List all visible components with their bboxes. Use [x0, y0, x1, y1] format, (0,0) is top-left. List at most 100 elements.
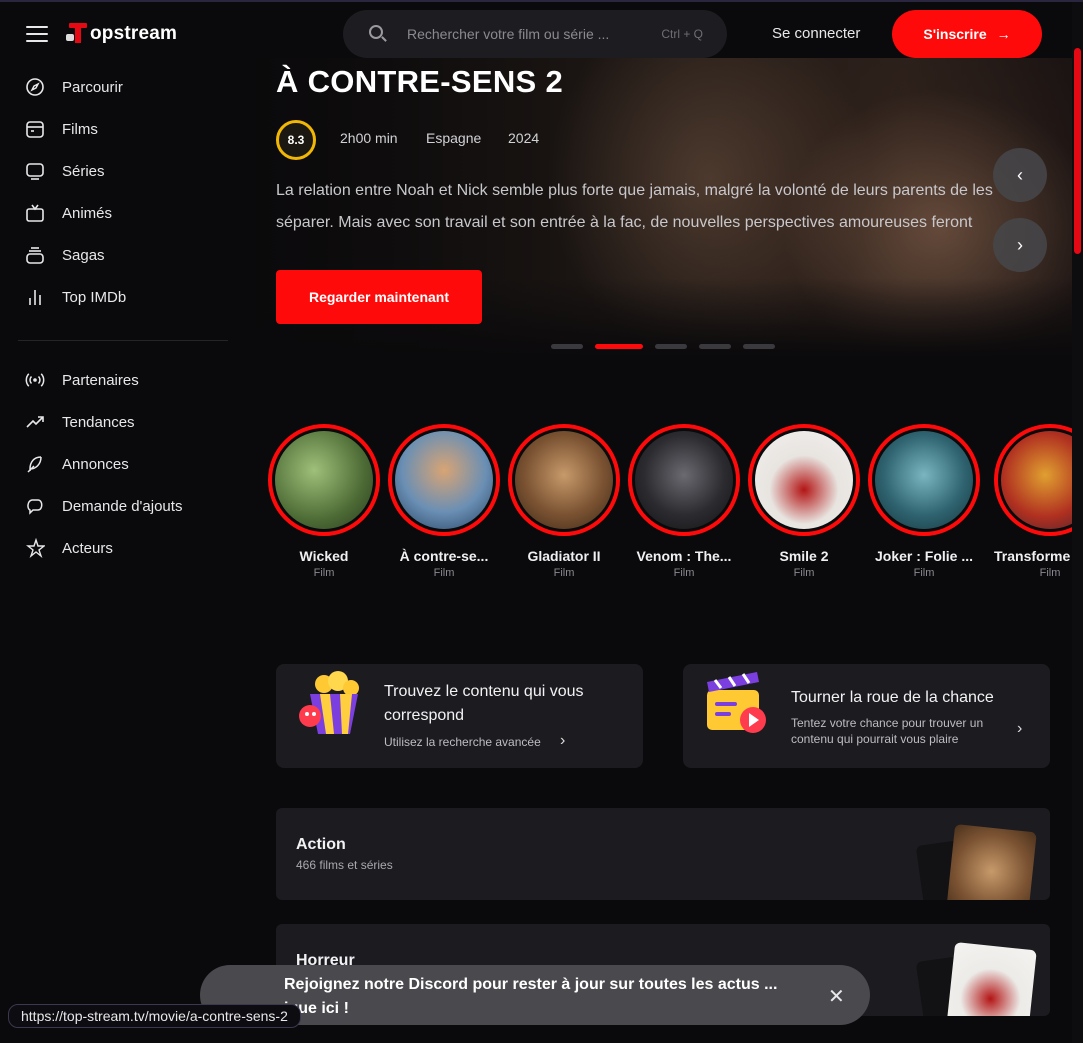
advanced-search-title: Trouvez le contenu qui vous correspond	[384, 683, 584, 724]
watch-now-button[interactable]: Regarder maintenant	[276, 270, 482, 324]
sidebar-item-label: Top IMDb	[62, 288, 127, 306]
story-type: Film	[673, 567, 695, 579]
brand-name: opstream	[90, 23, 178, 44]
wheel-of-fortune-card[interactable]: Tourner la roue de la chance Tentez votr…	[683, 664, 1050, 768]
story-poster	[875, 431, 973, 529]
sidebar-item-label: Parcourir	[62, 78, 123, 96]
genre-name: Action	[296, 836, 346, 853]
advanced-search-card[interactable]: Trouvez le contenu qui vous correspond U…	[276, 664, 643, 768]
sidebar-item-demande-ajouts[interactable]: Demande d'ajouts	[0, 485, 240, 527]
search-icon	[369, 25, 387, 43]
compass-icon	[24, 76, 46, 98]
sidebar-item-label: Films	[62, 120, 98, 138]
search-bar[interactable]: Ctrl + Q	[343, 10, 727, 58]
chevron-right-icon: ›	[1017, 720, 1023, 737]
carousel-dot[interactable]	[743, 344, 775, 349]
chevron-right-icon: ›	[1017, 234, 1023, 255]
sidebar-item-annonces[interactable]: Annonces	[0, 443, 240, 485]
carousel-dot[interactable]	[699, 344, 731, 349]
story-poster	[755, 431, 853, 529]
carousel-dot[interactable]	[551, 344, 583, 349]
story-item[interactable]: Joker : Folie ... Film	[868, 424, 980, 579]
genre-poster	[945, 823, 1037, 900]
story-title: Gladiator II	[527, 548, 601, 564]
link-preview-url: https://top-stream.tv/movie/a-contre-sen…	[8, 1004, 301, 1028]
signup-button[interactable]: S'inscrire →	[892, 10, 1042, 58]
genre-poster	[945, 941, 1037, 1016]
sidebar-item-sagas[interactable]: Sagas	[0, 234, 240, 276]
hero-duration: 2h00 min	[340, 130, 398, 146]
sidebar-item-parcourir[interactable]: Parcourir	[0, 66, 240, 108]
sidebar-item-acteurs[interactable]: Acteurs	[0, 527, 240, 569]
genre-card-action[interactable]: Action 466 films et séries	[276, 808, 1050, 900]
login-link[interactable]: Se connecter	[772, 25, 860, 42]
hero-country: Espagne	[426, 130, 482, 146]
wheel-description: Tentez votre chance pour trouver un cont…	[791, 716, 984, 746]
signup-label: S'inscrire	[923, 26, 987, 42]
story-item[interactable]: Wicked Film	[268, 424, 380, 579]
story-title: À contre-se...	[399, 548, 489, 564]
sidebar-item-label: Demande d'ajouts	[62, 497, 183, 515]
hero-title: À CONTRE-SENS 2	[276, 64, 563, 99]
story-type: Film	[1039, 567, 1061, 579]
broadcast-icon	[24, 369, 46, 391]
sidebar-item-films[interactable]: Films	[0, 108, 240, 150]
hamburger-menu-icon[interactable]	[26, 26, 48, 42]
story-item[interactable]: À contre-se... Film	[388, 424, 500, 579]
sidebar-item-animes[interactable]: Animés	[0, 192, 240, 234]
window-top-border	[0, 0, 1083, 2]
story-item[interactable]: Venom : The... Film	[628, 424, 740, 579]
story-item[interactable]: Transforme Film	[994, 424, 1072, 579]
calendar-icon	[24, 118, 46, 140]
featured-stories: Wicked Film À contre-se... Film Gladiato…	[268, 424, 1072, 594]
carousel-dot-active[interactable]	[595, 344, 643, 349]
rating-badge: 8.3	[276, 120, 316, 160]
monitor-icon	[24, 160, 46, 182]
wheel-title: Tourner la roue de la chance	[791, 689, 994, 706]
story-item[interactable]: Gladiator II Film	[508, 424, 620, 579]
sidebar-divider	[18, 340, 228, 341]
close-icon[interactable]: ✕	[828, 984, 845, 1009]
story-item[interactable]: Smile 2 Film	[748, 424, 860, 579]
search-shortcut-hint: Ctrl + Q	[661, 27, 703, 41]
sidebar-item-label: Acteurs	[62, 539, 113, 557]
story-type: Film	[433, 567, 455, 579]
star-icon	[24, 537, 46, 559]
genre-count: 466 films et séries	[296, 858, 393, 872]
hero-year: 2024	[508, 130, 540, 146]
story-poster	[515, 431, 613, 529]
carousel-dot[interactable]	[655, 344, 687, 349]
hero-prev-button[interactable]: ‹	[993, 148, 1047, 202]
logo-mark-icon	[66, 22, 90, 46]
page-scrollbar[interactable]	[1072, 2, 1083, 1043]
bar-chart-icon	[24, 286, 46, 308]
story-type: Film	[793, 567, 815, 579]
sidebar-item-label: Animés	[62, 204, 113, 222]
clapperboard-icon	[707, 672, 766, 733]
sidebar-item-partenaires[interactable]: Partenaires	[0, 359, 240, 401]
sidebar-item-tendances[interactable]: Tendances	[0, 401, 240, 443]
sidebar: Parcourir Films Séries Animés Sagas Top …	[0, 66, 240, 569]
trending-icon	[24, 411, 46, 433]
hero-next-button[interactable]: ›	[993, 218, 1047, 272]
sidebar-item-series[interactable]: Séries	[0, 150, 240, 192]
scrollbar-thumb[interactable]	[1074, 48, 1081, 254]
sidebar-item-label: Séries	[62, 162, 105, 180]
chevron-left-icon: ‹	[1017, 164, 1023, 185]
carousel-indicators	[551, 344, 775, 349]
search-input[interactable]	[407, 26, 627, 42]
sidebar-item-top-imdb[interactable]: Top IMDb	[0, 276, 240, 318]
story-type: Film	[313, 567, 335, 579]
story-poster	[395, 431, 493, 529]
advanced-search-link[interactable]: Utilisez la recherche avancée	[384, 734, 541, 750]
story-poster	[1001, 431, 1072, 529]
chevron-right-icon: ›	[560, 732, 566, 749]
stack-icon	[24, 244, 46, 266]
story-type: Film	[913, 567, 935, 579]
arrow-right-icon: →	[996, 26, 1011, 42]
story-type: Film	[553, 567, 575, 579]
tv-icon	[24, 202, 46, 224]
sidebar-item-label: Annonces	[62, 455, 129, 473]
logo[interactable]: opstream	[66, 20, 177, 48]
story-title: Smile 2	[779, 548, 829, 564]
